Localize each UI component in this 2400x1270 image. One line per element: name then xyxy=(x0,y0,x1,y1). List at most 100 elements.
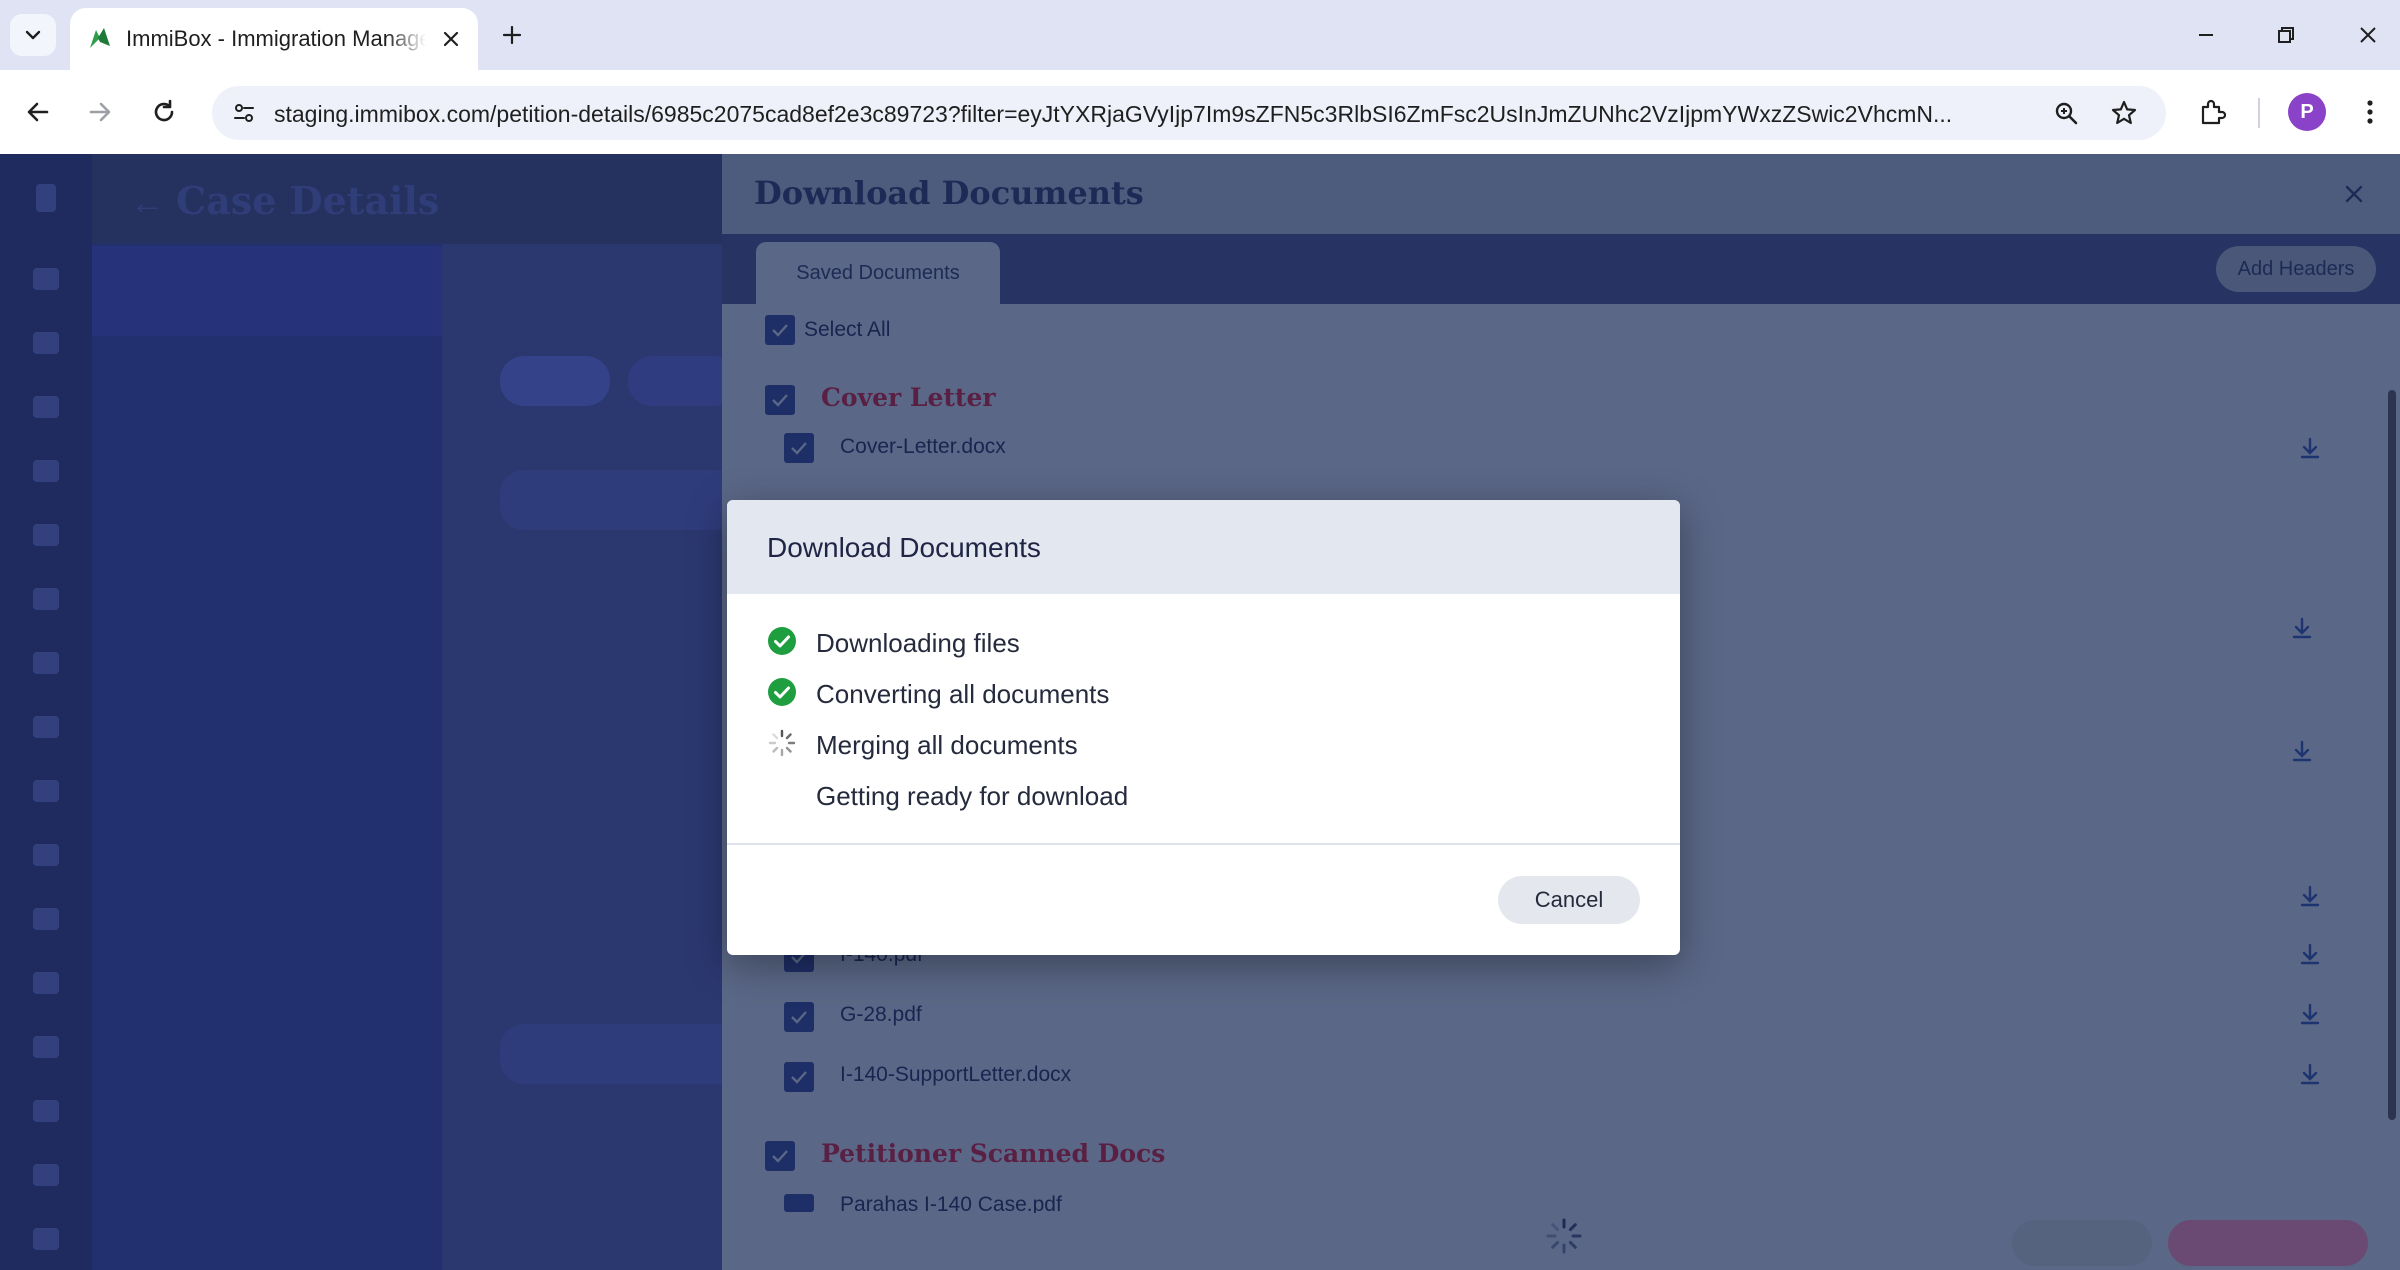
cancel-button[interactable]: Cancel xyxy=(1498,876,1640,924)
select-all-checkbox[interactable] xyxy=(765,315,795,345)
case-center-panel xyxy=(442,244,740,1270)
file-checkbox[interactable] xyxy=(784,1002,814,1032)
billing-icon xyxy=(33,780,59,802)
download-icon[interactable] xyxy=(2296,1000,2324,1028)
minimize-icon[interactable] xyxy=(2176,14,2236,56)
section-checkbox[interactable] xyxy=(765,1141,795,1171)
forward-arrow-icon[interactable] xyxy=(78,90,122,134)
file-checkbox[interactable] xyxy=(784,1194,814,1212)
reports-icon xyxy=(33,844,59,866)
step-merging: Merging all documents xyxy=(767,726,1567,760)
check-icon xyxy=(791,442,807,455)
tab-search-icon[interactable] xyxy=(10,14,56,56)
download-icon[interactable] xyxy=(2296,882,2324,910)
file-name: Parahas I-140 Case.pdf xyxy=(840,1193,1062,1213)
logo-icon xyxy=(36,184,56,212)
select-all-label: Select All xyxy=(804,318,891,341)
add-headers-label: Add Headers xyxy=(2237,258,2355,280)
page-title: Case Details xyxy=(176,178,440,223)
clients-icon xyxy=(33,396,59,418)
url-container: staging.immibox.com/petition-details/698… xyxy=(274,86,2234,140)
file-name: Cover-Letter.docx xyxy=(840,435,1006,458)
modal-title: Download Documents xyxy=(767,532,1041,563)
browser-toolbar: staging.immibox.com/petition-details/698… xyxy=(0,70,2400,154)
check-icon xyxy=(791,1071,807,1084)
app-icon-rail xyxy=(0,154,92,1270)
star-icon[interactable] xyxy=(2108,97,2140,129)
templates-icon xyxy=(33,908,59,930)
cases-icon xyxy=(33,332,59,354)
download-progress-modal: Download Documents Downloading files Con… xyxy=(727,500,1680,955)
reload-icon[interactable] xyxy=(142,90,186,134)
case-selector[interactable] xyxy=(92,246,442,336)
account-icon xyxy=(33,1228,59,1250)
check-icon xyxy=(772,394,788,407)
download-icon[interactable] xyxy=(2296,940,2324,968)
menu-dots-icon[interactable] xyxy=(2350,92,2390,132)
extensions-icon[interactable] xyxy=(2192,92,2232,132)
browser-tab-active[interactable]: ImmiBox - Immigration Management xyxy=(70,8,478,70)
step-label: Downloading files xyxy=(816,628,1020,658)
back-arrow-icon[interactable] xyxy=(16,90,60,134)
close-icon[interactable] xyxy=(2338,178,2370,210)
browser-tab-strip: ImmiBox - Immigration Management xyxy=(0,0,2400,70)
zoom-icon[interactable] xyxy=(2050,97,2082,129)
restore-icon[interactable] xyxy=(2256,14,2316,56)
drawer-title: Download Documents xyxy=(754,174,1144,212)
check-circle-icon xyxy=(767,626,797,656)
address-bar[interactable]: staging.immibox.com/petition-details/698… xyxy=(212,86,2166,140)
profile-avatar[interactable]: P xyxy=(2288,93,2326,131)
step-getting-ready: Getting ready for download xyxy=(767,777,1567,811)
url-text: staging.immibox.com/petition-details/698… xyxy=(274,101,1953,127)
check-icon xyxy=(791,1011,807,1024)
add-headers-button[interactable]: Add Headers xyxy=(2216,246,2376,292)
toolbar-divider xyxy=(2258,98,2260,128)
messages-icon xyxy=(33,716,59,738)
section-title-cover-letter: Cover Letter xyxy=(821,383,996,412)
modal-divider xyxy=(727,843,1680,845)
section-card xyxy=(500,1024,740,1084)
settings-icon xyxy=(33,1164,59,1186)
step-label: Converting all documents xyxy=(816,679,1110,709)
section-title-petitioner-scanned: Petitioner Scanned Docs xyxy=(821,1139,1166,1168)
drawer-scrollbar[interactable] xyxy=(2388,390,2396,1120)
site-settings-icon[interactable] xyxy=(228,97,260,129)
step-converting: Converting all documents xyxy=(767,675,1567,709)
download-icon[interactable] xyxy=(2288,737,2316,765)
file-name: I-140-SupportLetter.docx xyxy=(840,1063,1072,1086)
spinner-icon xyxy=(1544,1216,1584,1256)
tab-title: ImmiBox - Immigration Management xyxy=(126,26,426,52)
modal-header: Download Documents xyxy=(727,500,1680,594)
calendar-icon xyxy=(33,588,59,610)
favicon-icon xyxy=(86,24,114,52)
download-icon[interactable] xyxy=(2296,1060,2324,1088)
download-icon[interactable] xyxy=(2288,614,2316,642)
forms-icon xyxy=(33,524,59,546)
file-checkbox[interactable] xyxy=(784,1062,814,1092)
download-icon[interactable] xyxy=(2296,434,2324,462)
back-arrow-icon-app[interactable]: ← xyxy=(130,184,164,223)
close-icon[interactable] xyxy=(438,26,464,52)
team-icon xyxy=(33,972,59,994)
step-label: Getting ready for download xyxy=(816,781,1129,811)
tasks-icon xyxy=(33,652,59,674)
section-checkbox[interactable] xyxy=(765,385,795,415)
filter-chip[interactable] xyxy=(500,356,610,406)
footer-primary-button[interactable] xyxy=(2168,1220,2368,1266)
help-icon xyxy=(33,1100,59,1122)
file-name: G-28.pdf xyxy=(840,1003,922,1026)
library-icon xyxy=(33,1036,59,1058)
section-card xyxy=(500,470,740,530)
check-circle-icon xyxy=(767,677,797,707)
tab-saved-documents[interactable]: Saved Documents xyxy=(756,242,1000,304)
petitions-icon xyxy=(33,460,59,482)
dashboard-icon xyxy=(33,268,59,290)
footer-secondary-button[interactable] xyxy=(2012,1220,2152,1266)
case-sidenav xyxy=(92,244,442,1270)
file-checkbox[interactable] xyxy=(784,433,814,463)
spinner-icon xyxy=(767,728,797,758)
plus-icon[interactable] xyxy=(493,16,531,54)
window-close-icon[interactable] xyxy=(2338,14,2398,56)
step-downloading: Downloading files xyxy=(767,624,1567,658)
step-label: Merging all documents xyxy=(816,730,1078,760)
